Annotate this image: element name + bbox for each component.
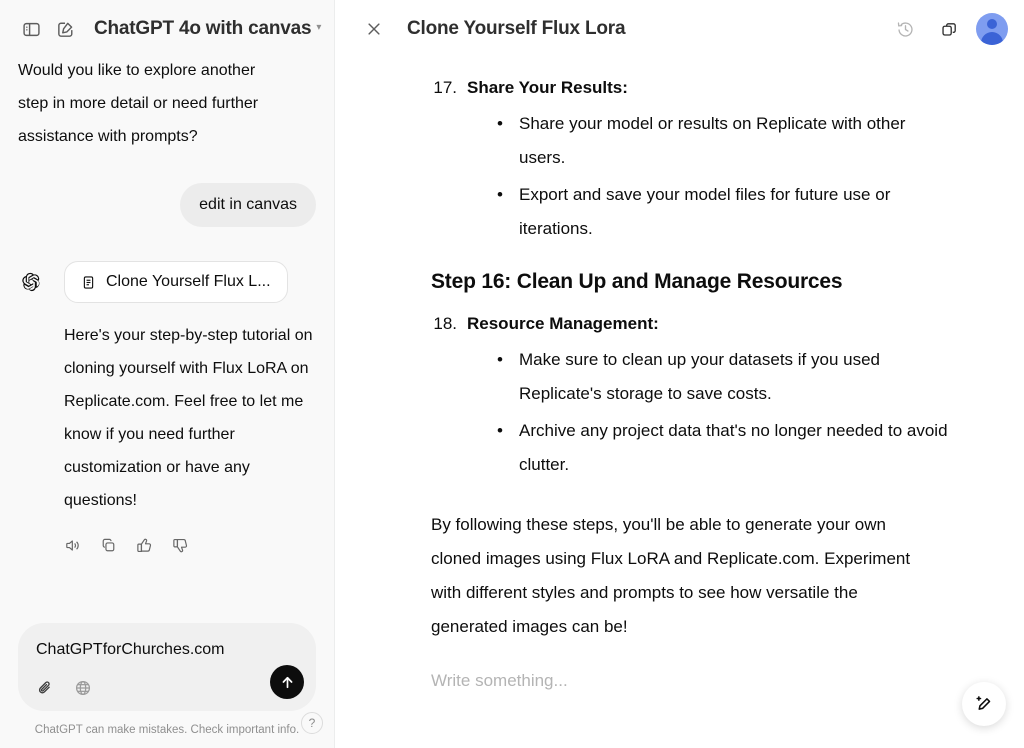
message-actions <box>64 537 316 554</box>
disclaimer-text: ChatGPT can make mistakes. Check importa… <box>34 724 300 736</box>
message-composer[interactable]: ChatGPTforChurches.com <box>18 623 316 711</box>
list-item: Share your model or results on Replicate… <box>497 107 949 175</box>
chat-panel: ChatGPT 4o with canvas ▾ Would you like … <box>0 0 335 748</box>
list-item: 18. Resource Management: <box>431 308 949 339</box>
copy-icon[interactable] <box>100 537 117 554</box>
magic-edit-button[interactable] <box>962 682 1006 726</box>
new-chat-button[interactable] <box>48 12 82 46</box>
canvas-document-card[interactable]: Clone Yourself Flux L... <box>64 261 288 303</box>
canvas-document-body[interactable]: 17. Share Your Results: Share your model… <box>335 58 1024 748</box>
user-message-bubble: edit in canvas <box>180 183 316 227</box>
chat-message-list[interactable]: Would you like to explore another step i… <box>0 58 334 623</box>
list-item: Make sure to clean up your datasets if y… <box>497 343 949 411</box>
chevron-down-icon[interactable]: ▾ <box>316 22 321 33</box>
composer-tools <box>36 679 302 697</box>
document-icon <box>81 275 96 290</box>
canvas-title: Clone Yourself Flux Lora <box>407 18 626 39</box>
list-item: Export and save your model files for fut… <box>497 178 949 246</box>
list-item: 17. Share Your Results: <box>431 72 949 103</box>
assistant-avatar <box>18 269 44 295</box>
assistant-body: Clone Yourself Flux L... Here's your ste… <box>64 261 316 554</box>
canvas-header-actions <box>888 12 1008 46</box>
avatar-body <box>981 32 1003 45</box>
assistant-reply-text: Here's your step-by-step tutorial on clo… <box>64 327 313 509</box>
assistant-message-block: Clone Yourself Flux L... Here's your ste… <box>18 261 316 554</box>
canvas-header: Clone Yourself Flux Lora <box>335 0 1024 58</box>
copy-duplicate-icon <box>941 22 956 36</box>
history-clock-icon <box>897 21 913 37</box>
closing-paragraph: By following these steps, you'll be able… <box>431 515 911 636</box>
app-root: ChatGPT 4o with canvas ▾ Would you like … <box>0 0 1024 748</box>
close-x-icon <box>368 23 380 35</box>
canvas-panel: Clone Yourself Flux Lora 17. Share Your … <box>335 0 1024 748</box>
version-history-button[interactable] <box>888 12 922 46</box>
thumbs-down-icon[interactable] <box>172 537 189 554</box>
sidebar-toggle-button[interactable] <box>14 12 48 46</box>
canvas-write-placeholder[interactable]: Write something... <box>431 664 949 698</box>
user-avatar[interactable] <box>976 13 1008 45</box>
send-button[interactable] <box>270 665 304 699</box>
list-item: Archive any project data that's no longe… <box>497 414 949 482</box>
globe-icon[interactable] <box>74 679 92 697</box>
arrow-up-icon <box>282 676 292 688</box>
paperclip-icon[interactable] <box>36 679 54 697</box>
sidebar-panel-icon <box>22 22 40 36</box>
canvas-copy-button[interactable] <box>932 12 966 46</box>
user-message-row: edit in canvas <box>18 183 316 227</box>
bullet-list: Make sure to clean up your datasets if y… <box>497 343 949 482</box>
read-aloud-speaker-icon[interactable] <box>64 537 81 554</box>
composer-input[interactable]: ChatGPTforChurches.com <box>36 639 302 661</box>
list-item-number: 18. <box>433 314 457 333</box>
canvas-document-title: Clone Yourself Flux L... <box>106 273 271 290</box>
chat-model-title[interactable]: ChatGPT 4o with canvas <box>94 18 312 40</box>
list-item-number: 17. <box>433 78 457 97</box>
openai-logo-icon <box>22 272 40 292</box>
help-button[interactable]: ? <box>301 712 323 734</box>
chat-header: ChatGPT 4o with canvas ▾ <box>0 0 334 58</box>
thumbs-up-icon[interactable] <box>136 537 153 554</box>
magic-edit-pencil-icon <box>976 696 991 710</box>
list-item-title: Share Your Results: <box>467 78 628 97</box>
assistant-message-text: Would you like to explore another step i… <box>18 62 259 145</box>
new-chat-pencil-icon <box>57 22 72 37</box>
bullet-list: Share your model or results on Replicate… <box>497 107 949 246</box>
section-heading: Step 16: Clean Up and Manage Resources <box>431 270 843 293</box>
avatar-head <box>987 19 997 29</box>
list-item-title: Resource Management: <box>467 314 659 333</box>
composer-wrapper: ChatGPTforChurches.com <box>0 623 334 715</box>
canvas-close-button[interactable] <box>357 12 391 46</box>
